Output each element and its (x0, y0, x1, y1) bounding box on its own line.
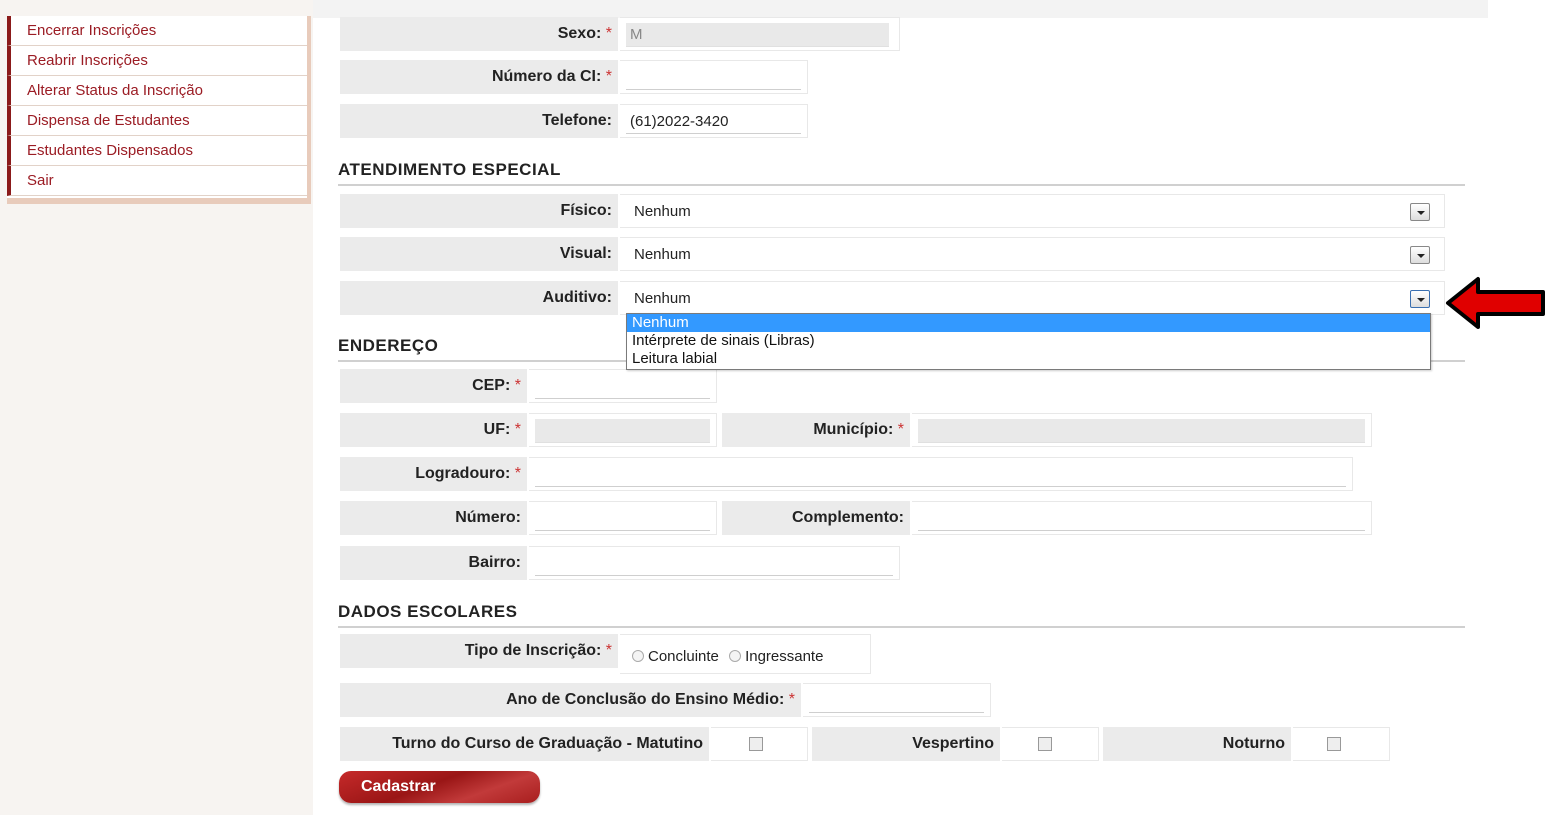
left-arrow-icon (1446, 277, 1545, 329)
section-atendimento-especial: ATENDIMENTO ESPECIAL (338, 160, 1465, 186)
fisico-label: Físico: (340, 194, 618, 228)
logradouro-cell (529, 457, 1353, 491)
complemento-cell (912, 501, 1372, 535)
sexo-label: Sexo: * (340, 17, 618, 51)
municipio-cell (912, 413, 1372, 447)
side-menu: Encerrar Inscrições Reabrir Inscrições A… (7, 16, 311, 204)
complemento-label: Complemento: (722, 501, 910, 535)
matutino-cell (711, 727, 808, 761)
bairro-label: Bairro: (340, 546, 527, 580)
telefone-cell (620, 104, 808, 138)
matutino-checkbox[interactable] (749, 737, 763, 751)
uf-field[interactable] (535, 419, 710, 443)
municipio-field[interactable] (918, 419, 1365, 443)
ci-label: Número da CI: * (340, 60, 618, 94)
menu-item-encerrar-inscricoes[interactable]: Encerrar Inscrições (7, 16, 307, 46)
numero-cell (529, 501, 717, 535)
menu-item-sair[interactable]: Sair (7, 166, 307, 196)
ano-conclusao-label: Ano de Conclusão do Ensino Médio: * (340, 683, 801, 717)
sexo-cell (620, 17, 900, 51)
uf-label: UF: * (340, 413, 527, 447)
municipio-label: Município: * (722, 413, 910, 447)
auditivo-select[interactable]: Nenhum (620, 281, 1445, 315)
tipo-inscricao-cell: Concluinte Ingressante (620, 634, 871, 674)
ingressante-radio[interactable] (729, 650, 742, 662)
fisico-select-value: Nenhum (634, 203, 691, 220)
cep-label: CEP: * (340, 369, 527, 403)
uf-cell (529, 413, 717, 447)
dropdown-option-leitura-labial[interactable]: Leitura labial (627, 350, 1430, 368)
numero-field[interactable] (535, 507, 710, 531)
tipo-inscricao-label: Tipo de Inscrição: * (340, 634, 618, 668)
bairro-cell (529, 546, 900, 580)
concluinte-label: Concluinte (648, 648, 719, 665)
ano-conclusao-field[interactable] (809, 689, 984, 713)
sexo-field (626, 23, 889, 47)
cadastrar-button[interactable]: Cadastrar (339, 771, 540, 803)
cep-field[interactable] (535, 375, 710, 399)
logradouro-label: Logradouro: * (340, 457, 527, 491)
bairro-field[interactable] (535, 552, 893, 576)
telefone-label: Telefone: (340, 104, 618, 138)
menu-item-reabrir-inscricoes[interactable]: Reabrir Inscrições (7, 46, 307, 76)
numero-label: Número: (340, 501, 527, 535)
telefone-field[interactable] (626, 110, 801, 134)
auditivo-select-value: Nenhum (634, 290, 691, 307)
fisico-select[interactable]: Nenhum (620, 194, 1445, 228)
auditivo-dropdown-list: Nenhum Intérprete de sinais (Libras) Lei… (626, 313, 1431, 370)
section-dados-escolares: DADOS ESCOLARES (338, 602, 1465, 628)
logradouro-field[interactable] (535, 463, 1346, 487)
dropdown-option-nenhum[interactable]: Nenhum (627, 314, 1430, 332)
visual-label: Visual: (340, 237, 618, 271)
menu-item-dispensa-estudantes[interactable]: Dispensa de Estudantes (7, 106, 307, 136)
dropdown-option-libras[interactable]: Intérprete de sinais (Libras) (627, 332, 1430, 350)
visual-select-value: Nenhum (634, 246, 691, 263)
complemento-field[interactable] (918, 507, 1365, 531)
menu-item-alterar-status[interactable]: Alterar Status da Inscrição (7, 76, 307, 106)
chevron-down-icon[interactable] (1410, 290, 1430, 308)
ano-conclusao-cell (803, 683, 991, 717)
chevron-down-icon[interactable] (1410, 203, 1430, 221)
noturno-checkbox[interactable] (1327, 737, 1341, 751)
vespertino-checkbox[interactable] (1038, 737, 1052, 751)
cep-cell (529, 369, 717, 403)
ci-cell (620, 60, 808, 94)
menu-item-estudantes-dispensados[interactable]: Estudantes Dispensados (7, 136, 307, 166)
ci-field[interactable] (626, 66, 801, 90)
noturno-label: Noturno (1103, 727, 1291, 761)
ingressante-label: Ingressante (745, 648, 824, 665)
chevron-down-icon[interactable] (1410, 246, 1430, 264)
auditivo-label: Auditivo: (340, 281, 618, 315)
turno-matutino-label: Turno do Curso de Graduação - Matutino (340, 727, 709, 761)
noturno-cell (1293, 727, 1390, 761)
concluinte-radio[interactable] (632, 650, 644, 662)
vespertino-label: Vespertino (812, 727, 1000, 761)
visual-select[interactable]: Nenhum (620, 237, 1445, 271)
vespertino-cell (1002, 727, 1099, 761)
